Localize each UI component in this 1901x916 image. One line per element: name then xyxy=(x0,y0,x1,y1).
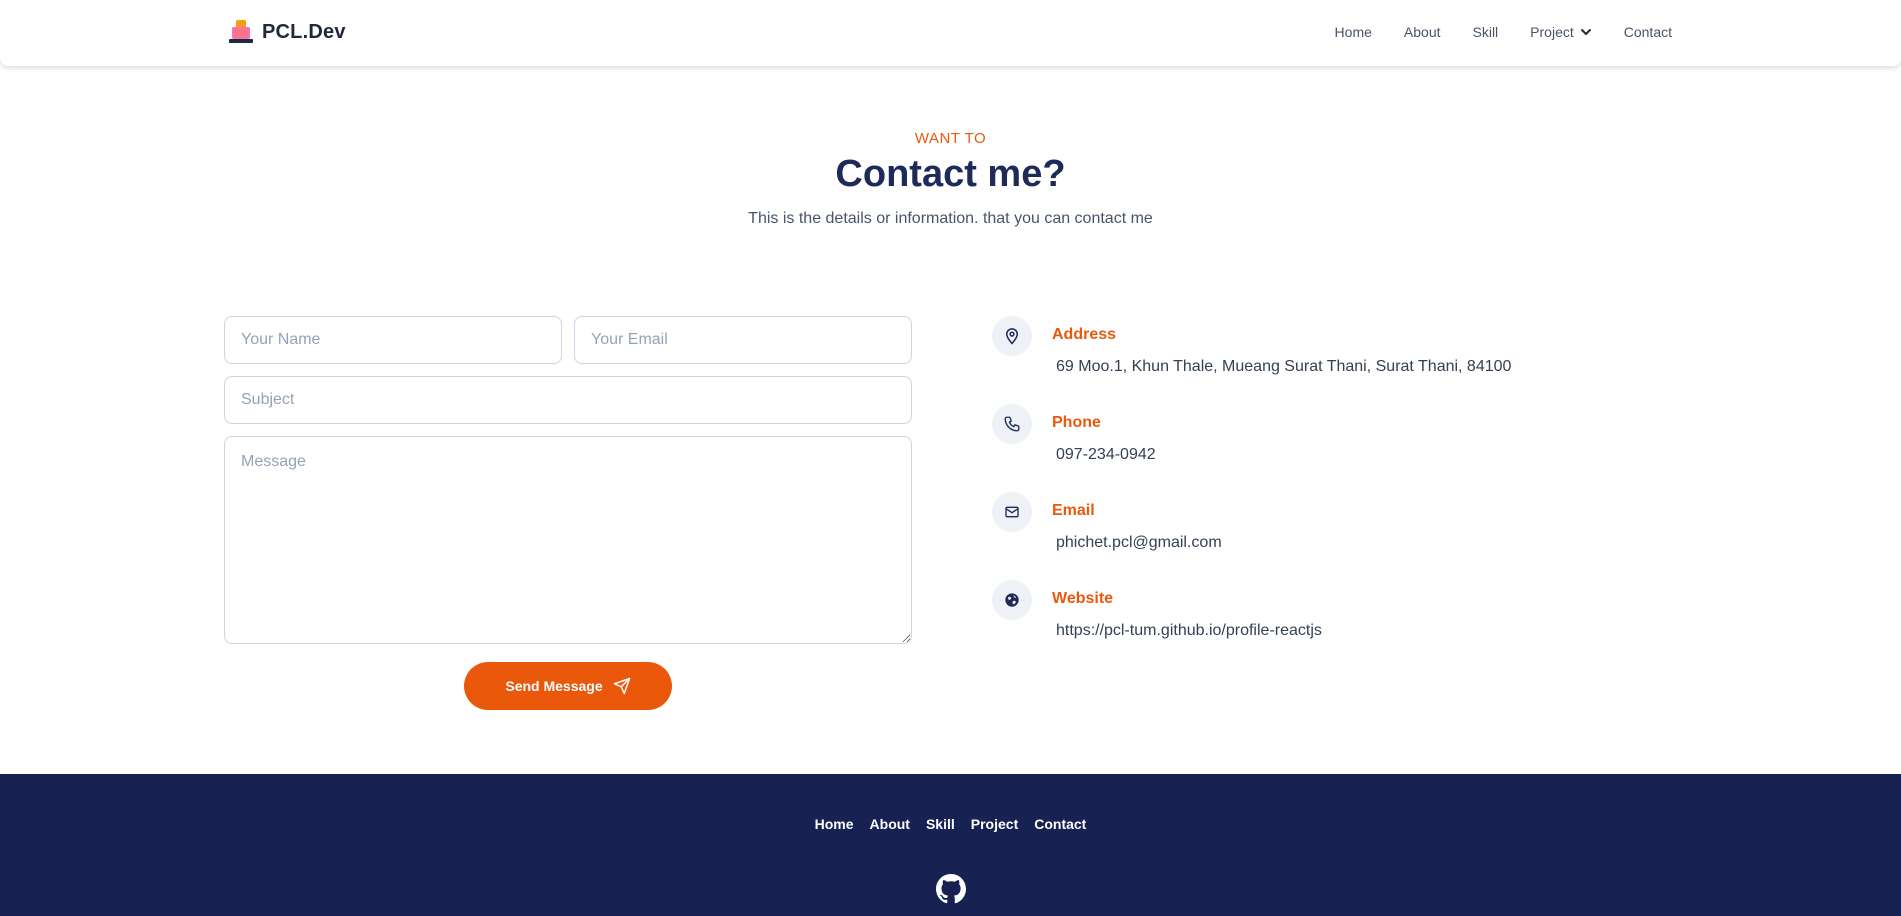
chevron-down-icon xyxy=(1580,29,1591,35)
send-message-button[interactable]: Send Message xyxy=(464,662,672,710)
footer-link-about[interactable]: About xyxy=(870,816,910,832)
address-label: Address xyxy=(1052,326,1117,343)
contact-website: Website https://pcl-tum.github.io/profil… xyxy=(992,580,1612,660)
footer-link-contact[interactable]: Contact xyxy=(1034,816,1086,832)
mail-icon xyxy=(992,492,1032,532)
nav-home[interactable]: Home xyxy=(1335,24,1372,40)
paper-plane-icon xyxy=(613,677,630,695)
address-value: 69 Moo.1, Khun Thale, Mueang Surat Thani… xyxy=(1056,358,1512,375)
page-subtitle: This is the details or information. that… xyxy=(748,210,1153,227)
subject-input[interactable] xyxy=(224,376,912,424)
phone-label: Phone xyxy=(1052,414,1101,431)
contact-email: Email phichet.pcl@gmail.com xyxy=(992,492,1612,572)
email-label: Email xyxy=(1052,502,1095,519)
footer-link-home[interactable]: Home xyxy=(815,816,854,832)
email-value[interactable]: phichet.pcl@gmail.com xyxy=(1056,534,1222,552)
website-label: Website xyxy=(1052,590,1114,607)
nav-about[interactable]: About xyxy=(1404,24,1441,40)
nav-skill[interactable]: Skill xyxy=(1473,24,1499,40)
message-textarea[interactable] xyxy=(224,436,912,644)
footer-nav: Home About Skill Project Contact xyxy=(0,816,1901,832)
globe-icon xyxy=(992,580,1032,620)
nav-project-label: Project xyxy=(1530,24,1574,40)
navbar: PCL.Dev Home About Skill Project Contact xyxy=(0,0,1901,66)
phone-icon xyxy=(992,404,1032,444)
brand-name: PCL.Dev xyxy=(262,20,346,43)
map-pin-icon xyxy=(992,316,1032,356)
name-input[interactable] xyxy=(224,316,562,364)
send-message-label: Send Message xyxy=(505,678,603,694)
page-title: Contact me? xyxy=(835,153,1066,195)
contact-heading: WANT TO Contact me? This is the details … xyxy=(0,130,1901,228)
website-value[interactable]: https://pcl-tum.github.io/profile-reactj… xyxy=(1056,622,1322,640)
nav-contact[interactable]: Contact xyxy=(1624,24,1672,40)
footer: Home About Skill Project Contact xyxy=(0,774,1901,916)
footer-link-project[interactable]: Project xyxy=(971,816,1018,832)
contact-phone: Phone 097-234-0942 xyxy=(992,404,1612,484)
phone-value[interactable]: 097-234-0942 xyxy=(1056,446,1156,464)
eyebrow-text: WANT TO xyxy=(914,130,987,147)
brand[interactable]: PCL.Dev xyxy=(228,18,346,46)
nav-project-dropdown[interactable]: Project xyxy=(1530,24,1592,40)
contact-address: Address 69 Moo.1, Khun Thale, Mueang Sur… xyxy=(992,316,1612,396)
laptop-logo-icon xyxy=(229,20,253,43)
footer-link-skill[interactable]: Skill xyxy=(926,816,955,832)
main-nav: Home About Skill Project Contact xyxy=(1335,24,1672,40)
github-icon[interactable] xyxy=(936,874,966,904)
email-input[interactable] xyxy=(574,316,912,364)
